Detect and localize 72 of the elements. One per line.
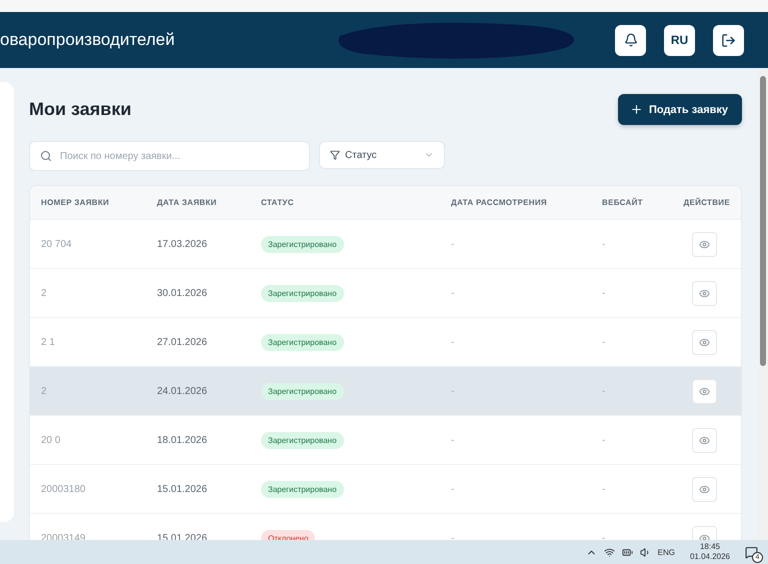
website: - <box>602 288 606 298</box>
view-button[interactable] <box>692 232 717 256</box>
website: - <box>602 238 606 250</box>
application-date: 27.01.2026 <box>157 336 208 348</box>
application-date: 30.01.2026 <box>157 288 208 298</box>
notification-icon[interactable] <box>745 546 758 558</box>
table-row[interactable]: 2 24.01.2026 Зарегистрировано - - <box>30 367 741 416</box>
review-date: - <box>451 336 456 348</box>
website: - <box>602 484 606 494</box>
input-language[interactable]: ENG <box>658 548 675 556</box>
review-date: - <box>451 238 456 250</box>
bell-icon <box>624 33 638 47</box>
wifi-icon[interactable] <box>604 546 615 558</box>
status-label: Зарегистрировано <box>261 382 344 400</box>
column-header: ДЕЙСТВИЕ <box>683 198 730 207</box>
eye-icon <box>699 288 710 298</box>
logout-icon <box>721 32 736 48</box>
column-header: ДАТА РАССМОТРЕНИЯ <box>451 198 548 207</box>
view-button[interactable] <box>692 330 717 354</box>
eye-icon <box>699 238 710 250</box>
status-filter[interactable]: Статус <box>319 141 445 169</box>
status-label: Зарегистрировано <box>261 284 344 302</box>
search-icon <box>40 150 52 162</box>
application-date: 15.01.2026 <box>157 484 208 494</box>
application-date: 24.01.2026 <box>157 386 208 396</box>
clock-time: 18:45 <box>700 542 720 552</box>
eye-icon <box>699 484 710 494</box>
application-number: 20 704 <box>41 238 73 250</box>
status-label: Зарегистрировано <box>261 334 344 350</box>
speaker-icon[interactable] <box>640 546 651 558</box>
website: - <box>602 532 606 540</box>
notifications-button[interactable] <box>615 24 646 56</box>
status-label: Зарегистрировано <box>261 480 344 498</box>
logout-button[interactable] <box>713 24 744 56</box>
column-header: ВЕБСАЙТ <box>602 198 644 207</box>
view-button[interactable] <box>692 476 717 502</box>
application-number: 2 1 <box>41 336 56 348</box>
eye-icon <box>699 386 710 396</box>
application-date: 18.01.2026 <box>157 434 208 446</box>
website: - <box>602 386 606 396</box>
application-number: 20003180 <box>41 484 86 494</box>
status-label: Зарегистрировано <box>261 236 344 252</box>
clock-date: 01.04.2026 <box>690 552 730 562</box>
column-header: ДАТА ЗАЯВКИ <box>157 198 218 207</box>
view-button[interactable] <box>692 428 717 452</box>
website: - <box>602 336 606 348</box>
battery-icon[interactable] <box>622 546 633 558</box>
view-button[interactable] <box>692 378 717 404</box>
plus-icon <box>630 103 643 116</box>
eye-icon <box>699 336 710 348</box>
application-number: 2 <box>41 386 48 396</box>
review-date: - <box>451 532 456 540</box>
application-number: 2 <box>41 288 48 298</box>
page-title: Мои заявки <box>29 99 132 120</box>
header-title: оваропроизводителей <box>0 30 175 50</box>
view-button[interactable] <box>692 280 717 306</box>
new-application-button[interactable]: Подать заявку <box>618 94 742 125</box>
review-date: - <box>451 484 456 494</box>
status-label: Зарегистрировано <box>261 432 344 448</box>
column-header: СТАТУС <box>261 198 295 207</box>
review-date: - <box>451 386 456 396</box>
language-button[interactable]: RU <box>664 24 695 56</box>
funnel-icon <box>330 150 340 160</box>
column-header: НОМЕР ЗАЯВКИ <box>41 198 110 207</box>
search-field[interactable]: Поиск по номеру заявки... <box>29 141 310 171</box>
review-date: - <box>451 434 456 446</box>
eye-icon <box>699 434 710 446</box>
website: - <box>602 434 606 446</box>
search-input[interactable]: Поиск по номеру заявки... <box>60 142 299 170</box>
application-number: 20 0 <box>41 434 62 446</box>
review-date: - <box>451 288 456 298</box>
application-date: 17.03.2026 <box>157 238 208 250</box>
